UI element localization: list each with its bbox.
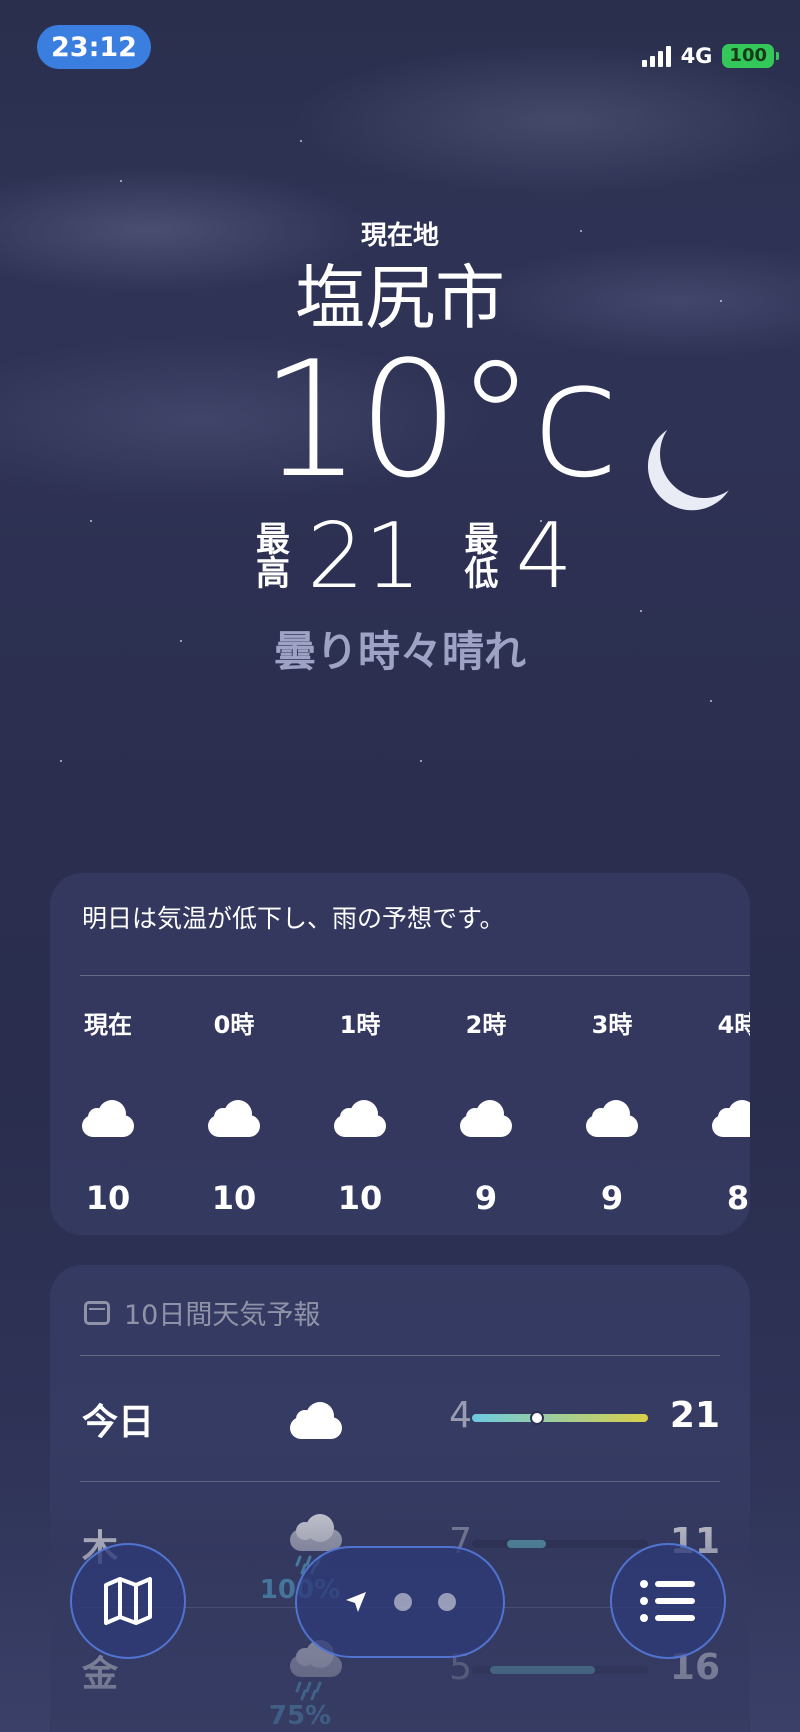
- battery-icon: 100: [722, 44, 779, 68]
- hour-label: 3時: [591, 1011, 633, 1039]
- condition-text: 曇り時々晴れ: [273, 627, 526, 676]
- hour-label: 4時: [717, 1011, 750, 1039]
- cloud-icon: [688, 1093, 750, 1163]
- day-name: 今日: [82, 1402, 155, 1443]
- page-dot[interactable]: [438, 1593, 456, 1611]
- low-temp: 4: [515, 504, 573, 609]
- hour-label: 現在: [84, 1011, 132, 1039]
- cloud-icon: [58, 1093, 158, 1163]
- map-button[interactable]: [70, 1543, 186, 1659]
- location-arrow-icon: [346, 1592, 366, 1612]
- hour-item: 2時 9: [436, 1005, 536, 1217]
- list-button[interactable]: [610, 1543, 726, 1659]
- moon-icon: [653, 403, 755, 505]
- status-indicators: 4G 100: [641, 44, 779, 68]
- high-label: 最高: [256, 520, 290, 594]
- day-high: 21: [669, 1395, 720, 1436]
- signal-icon: [641, 45, 671, 67]
- low-label: 最低: [464, 520, 499, 594]
- hour-label: 2時: [465, 1011, 507, 1039]
- page-indicator[interactable]: [295, 1546, 505, 1658]
- ten-day-header: 10日間天気予報: [84, 1293, 320, 1332]
- hour-item: 0時 10: [184, 1005, 284, 1217]
- cloud-icon: [562, 1093, 662, 1163]
- page-dot[interactable]: [394, 1593, 412, 1611]
- current-temperature: 10°c: [260, 326, 620, 513]
- location-label: 現在地: [360, 221, 439, 251]
- hourly-forecast-card[interactable]: 明日は気温が低下し、雨の予想です。 現在 10 0時 10 1時 10 2時 9 3時 9 4時 8: [50, 873, 750, 1235]
- divider: [80, 1355, 720, 1356]
- hour-temp: 9: [600, 1179, 624, 1217]
- divider: [80, 975, 750, 976]
- hour-temp: 10: [85, 1179, 131, 1217]
- calendar-icon: [84, 1300, 110, 1325]
- hour-temp: 10: [211, 1179, 257, 1217]
- list-icon: [640, 1580, 695, 1622]
- high-temp: 21: [307, 504, 422, 609]
- temp-range-bar: [472, 1411, 648, 1425]
- hour-item: 4時 8: [688, 1005, 750, 1217]
- status-time[interactable]: 23:12: [37, 25, 151, 69]
- ten-day-title: 10日間天気予報: [124, 1300, 321, 1331]
- hour-temp: 10: [337, 1179, 383, 1217]
- map-icon: [104, 1577, 152, 1625]
- network-type: 4G: [680, 44, 713, 68]
- hour-temp: 8: [726, 1179, 750, 1217]
- current-temp-dot: [530, 1411, 545, 1425]
- hour-item: 3時 9: [562, 1005, 662, 1217]
- day-low: 4: [449, 1395, 472, 1436]
- hour-label: 0時: [213, 1011, 255, 1039]
- hour-item: 現在 10: [58, 1005, 158, 1217]
- cloud-icon: [184, 1093, 284, 1163]
- hour-temp: 9: [474, 1179, 498, 1217]
- hour-item: 1時 10: [310, 1005, 410, 1217]
- cloud-icon: [436, 1093, 536, 1163]
- temp-range-fill: [472, 1414, 648, 1422]
- high-low: 最高 21 最低 4: [255, 512, 615, 602]
- cloud-icon: [310, 1093, 410, 1163]
- hour-label: 1時: [339, 1011, 381, 1039]
- forecast-summary: 明日は気温が低下し、雨の予想です。: [82, 904, 505, 933]
